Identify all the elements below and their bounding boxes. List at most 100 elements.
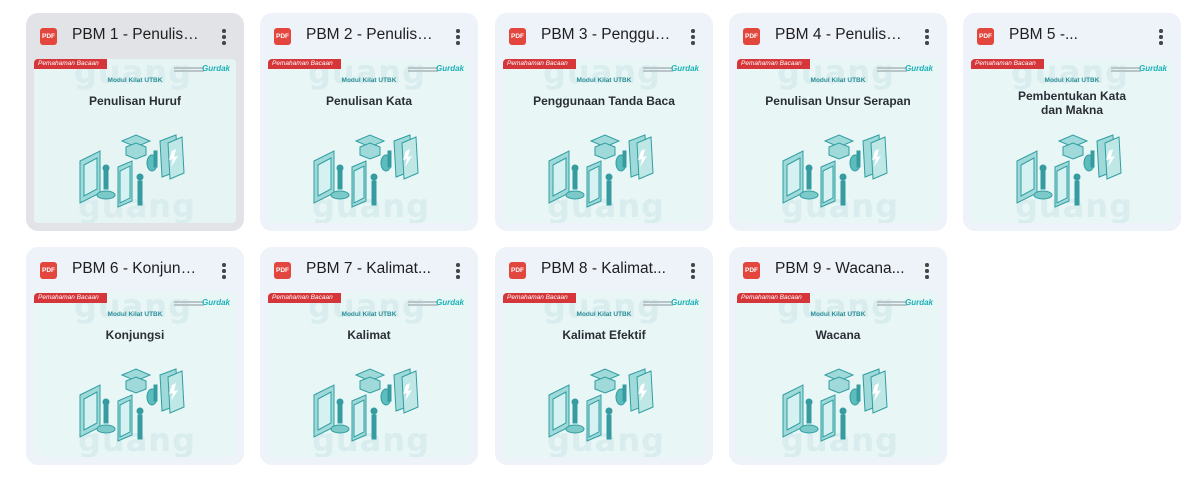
publisher-logo: Gurdak [408, 298, 464, 310]
file-title[interactable]: PBM 2 - Penulisan... [306, 26, 438, 44]
topic-title: Wacana [815, 328, 861, 342]
more-vert-icon[interactable] [681, 25, 705, 49]
file-thumbnail[interactable]: guang guang Pemahaman Bacaan Gurdak Modu… [34, 59, 236, 223]
module-label: Modul Kilat UTBK [107, 311, 163, 318]
pdf-icon: PDF [509, 262, 526, 279]
file-title[interactable]: PBM 8 - Kalimat... [541, 260, 673, 278]
publisher-logo: Gurdak [643, 64, 699, 76]
file-card-6[interactable]: PDF PBM 6 - Konjungsi... guang guang Pem… [26, 247, 244, 465]
publisher-logo: Gurdak [174, 298, 230, 310]
topic-title: Kalimat [347, 328, 391, 342]
publisher-logo: Gurdak [1111, 64, 1167, 76]
pdf-icon: PDF [977, 28, 994, 45]
publisher-logo: Gurdak [877, 64, 933, 76]
file-title[interactable]: PBM 5 -... [1009, 26, 1141, 44]
more-vert-icon[interactable] [915, 25, 939, 49]
category-tag: Pemahaman Bacaan [268, 293, 341, 303]
file-card-header: PDF PBM 3 - Pengguna... [495, 13, 713, 59]
category-tag: Pemahaman Bacaan [503, 293, 576, 303]
file-thumbnail[interactable]: guang guang Pemahaman Bacaan Gurdak Modu… [268, 293, 470, 457]
file-card-header: PDF PBM 2 - Penulisan... [260, 13, 478, 59]
topic-title: Penggunaan Tanda Baca [533, 94, 675, 108]
category-tag: Pemahaman Bacaan [34, 293, 107, 303]
file-card-header: PDF PBM 1 - Penulisan... [26, 13, 244, 59]
file-card-8[interactable]: PDF PBM 8 - Kalimat... guang guang Pemah… [495, 247, 713, 465]
category-tag: Pemahaman Bacaan [34, 59, 107, 69]
more-vert-icon[interactable] [681, 259, 705, 283]
file-title[interactable]: PBM 4 - Penulisan... [775, 26, 907, 44]
file-card-header: PDF PBM 9 - Wacana... [729, 247, 947, 293]
pdf-icon: PDF [40, 262, 57, 279]
file-card-1[interactable]: PDF PBM 1 - Penulisan... guang guang Pem… [26, 13, 244, 231]
study-illustration-icon [1016, 134, 1122, 208]
file-card-7[interactable]: PDF PBM 7 - Kalimat... guang guang Pemah… [260, 247, 478, 465]
category-tag: Pemahaman Bacaan [971, 59, 1044, 69]
study-illustration-icon [548, 134, 654, 208]
file-card-3[interactable]: PDF PBM 3 - Pengguna... guang guang Pema… [495, 13, 713, 231]
file-thumbnail[interactable]: guang guang Pemahaman Bacaan Gurdak Modu… [268, 59, 470, 223]
publisher-logo: Gurdak [643, 298, 699, 310]
file-thumbnail[interactable]: guang guang Pemahaman Bacaan Gurdak Modu… [503, 59, 705, 223]
file-title[interactable]: PBM 3 - Pengguna... [541, 26, 673, 44]
more-vert-icon[interactable] [915, 259, 939, 283]
pdf-icon: PDF [274, 28, 291, 45]
pdf-icon: PDF [743, 28, 760, 45]
pdf-icon: PDF [40, 28, 57, 45]
module-label: Modul Kilat UTBK [1044, 77, 1100, 84]
more-vert-icon[interactable] [212, 25, 236, 49]
study-illustration-icon [782, 368, 888, 442]
module-label: Modul Kilat UTBK [341, 311, 397, 318]
module-label: Modul Kilat UTBK [341, 77, 397, 84]
file-thumbnail[interactable]: guang guang Pemahaman Bacaan Gurdak Modu… [737, 293, 939, 457]
study-illustration-icon [313, 134, 419, 208]
topic-title: Kalimat Efektif [562, 328, 646, 342]
topic-title: Penulisan Kata [325, 94, 413, 108]
category-tag: Pemahaman Bacaan [737, 59, 810, 69]
pdf-icon: PDF [743, 262, 760, 279]
file-grid: PDF PBM 1 - Penulisan... guang guang Pem… [0, 0, 1200, 496]
file-title[interactable]: PBM 9 - Wacana... [775, 260, 907, 278]
study-illustration-icon [79, 368, 185, 442]
more-vert-icon[interactable] [446, 259, 470, 283]
module-label: Modul Kilat UTBK [810, 311, 866, 318]
topic-title: Pembentukan Kata dan Makna [1017, 89, 1127, 117]
file-card-header: PDF PBM 8 - Kalimat... [495, 247, 713, 293]
publisher-logo: Gurdak [877, 298, 933, 310]
study-illustration-icon [313, 368, 419, 442]
more-vert-icon[interactable] [446, 25, 470, 49]
file-card-header: PDF PBM 4 - Penulisan... [729, 13, 947, 59]
file-thumbnail[interactable]: guang guang Pemahaman Bacaan Gurdak Modu… [503, 293, 705, 457]
module-label: Modul Kilat UTBK [810, 77, 866, 84]
topic-title: Penulisan Unsur Serapan [765, 94, 911, 108]
file-card-4[interactable]: PDF PBM 4 - Penulisan... guang guang Pem… [729, 13, 947, 231]
study-illustration-icon [782, 134, 888, 208]
file-card-header: PDF PBM 7 - Kalimat... [260, 247, 478, 293]
topic-title: Penulisan Huruf [88, 94, 181, 108]
topic-title: Konjungsi [105, 328, 165, 342]
file-card-header: PDF PBM 5 -... [963, 13, 1181, 59]
file-card-5[interactable]: PDF PBM 5 -... guang guang Pemahaman Bac… [963, 13, 1181, 231]
category-tag: Pemahaman Bacaan [737, 293, 810, 303]
publisher-logo: Gurdak [408, 64, 464, 76]
category-tag: Pemahaman Bacaan [268, 59, 341, 69]
category-tag: Pemahaman Bacaan [503, 59, 576, 69]
study-illustration-icon [548, 368, 654, 442]
file-thumbnail[interactable]: guang guang Pemahaman Bacaan Gurdak Modu… [34, 293, 236, 457]
file-title[interactable]: PBM 6 - Konjungsi... [72, 260, 204, 278]
study-illustration-icon [79, 134, 185, 208]
file-thumbnail[interactable]: guang guang Pemahaman Bacaan Gurdak Modu… [971, 59, 1173, 223]
module-label: Modul Kilat UTBK [107, 77, 163, 84]
file-card-header: PDF PBM 6 - Konjungsi... [26, 247, 244, 293]
more-vert-icon[interactable] [1149, 25, 1173, 49]
file-title[interactable]: PBM 1 - Penulisan... [72, 26, 204, 44]
module-label: Modul Kilat UTBK [576, 311, 632, 318]
pdf-icon: PDF [509, 28, 526, 45]
more-vert-icon[interactable] [212, 259, 236, 283]
file-title[interactable]: PBM 7 - Kalimat... [306, 260, 438, 278]
file-card-2[interactable]: PDF PBM 2 - Penulisan... guang guang Pem… [260, 13, 478, 231]
pdf-icon: PDF [274, 262, 291, 279]
file-thumbnail[interactable]: guang guang Pemahaman Bacaan Gurdak Modu… [737, 59, 939, 223]
module-label: Modul Kilat UTBK [576, 77, 632, 84]
file-card-9[interactable]: PDF PBM 9 - Wacana... guang guang Pemaha… [729, 247, 947, 465]
publisher-logo: Gurdak [174, 64, 230, 76]
